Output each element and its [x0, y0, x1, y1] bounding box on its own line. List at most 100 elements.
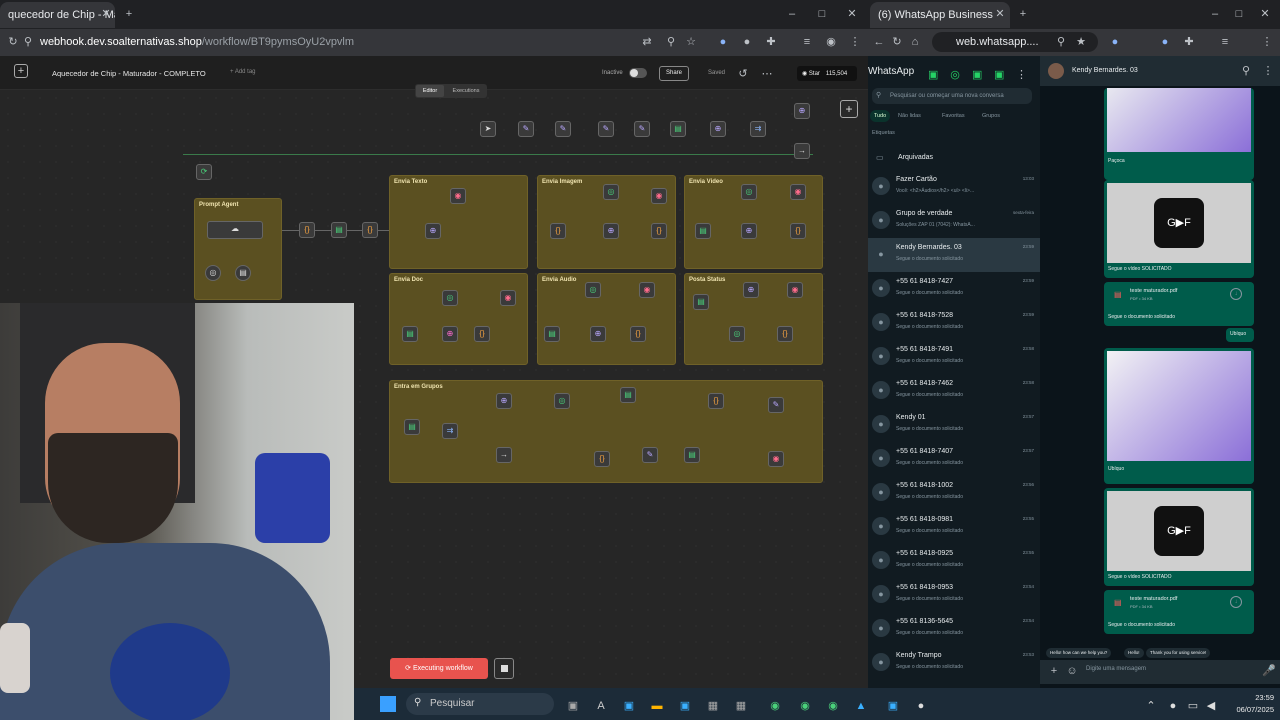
volume-icon[interactable]: ◀ [1204, 697, 1218, 716]
message-input[interactable]: Digite uma mensagem [1086, 666, 1146, 672]
maximize-icon[interactable]: □ [1232, 5, 1246, 24]
code-node[interactable]: {} [299, 222, 315, 238]
app-icon[interactable]: ▲ [852, 697, 870, 716]
set-node[interactable]: ✎ [642, 447, 658, 463]
image-message[interactable]: Paçoca [1104, 88, 1254, 180]
sheet-node[interactable]: ▤ [620, 387, 636, 403]
gemini-model-node[interactable]: ◎ [205, 265, 221, 281]
chat-list-item[interactable]: ● Kendy Bernardes. 03 Segue o documento so… [868, 238, 1040, 272]
sheet-node[interactable]: ▤ [684, 447, 700, 463]
code-node[interactable]: {} [790, 223, 806, 239]
chat-list-item[interactable]: ● +55 61 8418-7462 Segue o documento solic… [868, 374, 1040, 408]
calculator-icon[interactable]: ▦ [704, 697, 722, 716]
code-node[interactable]: {} [594, 451, 610, 467]
http-node[interactable]: ⊕ [710, 121, 726, 137]
video-message[interactable]: G▶F Segue o vídeo SOLICITADO [1104, 180, 1254, 278]
zoom-icon[interactable]: ⚲ [664, 33, 678, 52]
wait-node[interactable]: ◉ [639, 282, 655, 298]
stop-execution-button[interactable] [494, 658, 514, 679]
code-node[interactable]: {} [550, 223, 566, 239]
whatsapp-tab[interactable]: (6) WhatsApp Business [870, 2, 1010, 28]
wait-node[interactable]: ◉ [768, 451, 784, 467]
video-thumbnail[interactable]: G▶F [1107, 491, 1251, 571]
active-toggle[interactable] [629, 68, 647, 78]
no-op-node[interactable]: → [794, 143, 810, 159]
tab-executions[interactable]: Executions [447, 85, 485, 97]
add-node-button[interactable]: + [840, 100, 858, 118]
chrome-icon[interactable]: ◉ [796, 697, 814, 716]
chat-list-item[interactable]: ● Fazer Cartão Você: <h2>Áudios</h2> <ul> … [868, 170, 1040, 204]
sheet-node[interactable]: ▤ [402, 326, 418, 342]
image-thumbnail[interactable] [1107, 88, 1251, 152]
clock-date[interactable]: 06/07/2025 [1220, 705, 1274, 714]
set-node[interactable]: ✎ [768, 397, 784, 413]
labels-dropdown[interactable]: Etiquetas [872, 130, 895, 136]
image-message[interactable]: Ubíquo [1104, 348, 1254, 484]
split-batches-node[interactable]: ⟳ [196, 164, 212, 180]
contact-avatar[interactable] [1048, 63, 1064, 79]
evolution-node[interactable]: ◎ [741, 184, 757, 200]
download-icon[interactable]: ↓ [1230, 596, 1242, 608]
communities-icon[interactable]: ▣ [972, 66, 982, 85]
http-node[interactable]: ⊕ [496, 393, 512, 409]
media-icon[interactable]: ≡ [1218, 33, 1232, 52]
puzzle-icon[interactable]: ✚ [764, 33, 778, 52]
switch-node[interactable]: ⇉ [750, 121, 766, 137]
image-thumbnail[interactable] [1107, 351, 1251, 461]
filter-grupos[interactable]: Grupos [982, 110, 1000, 122]
evolution-node[interactable]: ◎ [603, 184, 619, 200]
mic-icon[interactable]: ● [1166, 697, 1180, 716]
reload-icon[interactable]: ↻ [890, 33, 904, 52]
text-message[interactable]: Ubíquo [1226, 328, 1254, 342]
menu-dots-icon[interactable]: ⋮ [1260, 33, 1274, 52]
chat-list-item[interactable]: ● Kendy Trampo Segue o documento solicitad… [868, 646, 1040, 680]
reload-icon[interactable]: ↻ [6, 33, 20, 52]
windows-start-icon[interactable] [380, 696, 396, 712]
history-icon[interactable]: ↺ [736, 65, 750, 84]
http-node[interactable]: ⊕ [743, 282, 759, 298]
sheet-node[interactable]: ▤ [404, 419, 420, 435]
extension-icon[interactable]: ● [1108, 33, 1122, 52]
translate-icon[interactable]: ⇄ [640, 33, 654, 52]
wait-node[interactable]: ◉ [500, 290, 516, 306]
attach-icon[interactable]: + [1048, 662, 1060, 681]
extension-2-icon[interactable]: ● [740, 33, 754, 52]
sticker-icon[interactable]: ☺ [1066, 662, 1078, 681]
chat-list-item[interactable]: ● Grupo de verdade Soluções ZAP 01 (7042):… [868, 204, 1040, 238]
clock-time[interactable]: 23:59 [1224, 693, 1274, 702]
app-icon[interactable]: ▦ [732, 697, 750, 716]
workflow-tab[interactable]: quecedor de Chip - Matur [0, 2, 115, 28]
taskbar-search[interactable]: Pesquisar [406, 693, 554, 715]
explorer-icon[interactable]: ▬ [648, 697, 666, 716]
minimize-icon[interactable]: – [785, 5, 799, 24]
code-node[interactable]: {} [651, 223, 667, 239]
bookmark-star-icon[interactable]: ★ [1074, 33, 1088, 52]
search-input[interactable]: Pesquisar ou começar uma nova conversa [872, 88, 1032, 104]
chat-list-item[interactable]: ● +55 61 8418-0953 Segue o documento solic… [868, 578, 1040, 612]
code-node[interactable]: {} [474, 326, 490, 342]
code-node[interactable]: {} [362, 222, 378, 238]
evolution-node[interactable]: ◎ [585, 282, 601, 298]
wait-node[interactable]: ◉ [790, 184, 806, 200]
code-node[interactable]: {} [630, 326, 646, 342]
video-message[interactable]: G▶F Segue o vídeo SOLICITADO [1104, 488, 1254, 586]
filter-favoritas[interactable]: Favoritas [942, 110, 965, 122]
evolution-node[interactable]: ◎ [554, 393, 570, 409]
workflow-title[interactable]: Aquecedor de Chip - Maturador - COMPLETO [52, 69, 206, 78]
more-options-icon[interactable]: ⋯ [760, 65, 774, 84]
new-chat-icon[interactable]: ▣ [994, 66, 1004, 85]
chat-list-item[interactable]: ● Kendy 01 Segue o documento solicitado 23:… [868, 408, 1040, 442]
back-icon[interactable]: ← [872, 33, 886, 52]
app-icon[interactable]: ▣ [884, 697, 902, 716]
menu-dots-icon[interactable]: ⋮ [1262, 62, 1274, 81]
search-icon[interactable]: ⚲ [1240, 62, 1252, 81]
mic-icon[interactable]: 🎤 [1262, 662, 1276, 681]
http-node[interactable]: ⊕ [425, 223, 441, 239]
close-tab-icon[interactable]: ✕ [100, 5, 112, 24]
bookmark-star-icon[interactable]: ☆ [684, 33, 698, 52]
http-node[interactable]: ⊕ [442, 326, 458, 342]
chat-list-item[interactable]: ● +55 61 8418-7528 Segue o documento solic… [868, 306, 1040, 340]
memory-node[interactable]: ▤ [235, 265, 251, 281]
wait-node[interactable]: ◉ [787, 282, 803, 298]
code-node[interactable]: {} [777, 326, 793, 342]
